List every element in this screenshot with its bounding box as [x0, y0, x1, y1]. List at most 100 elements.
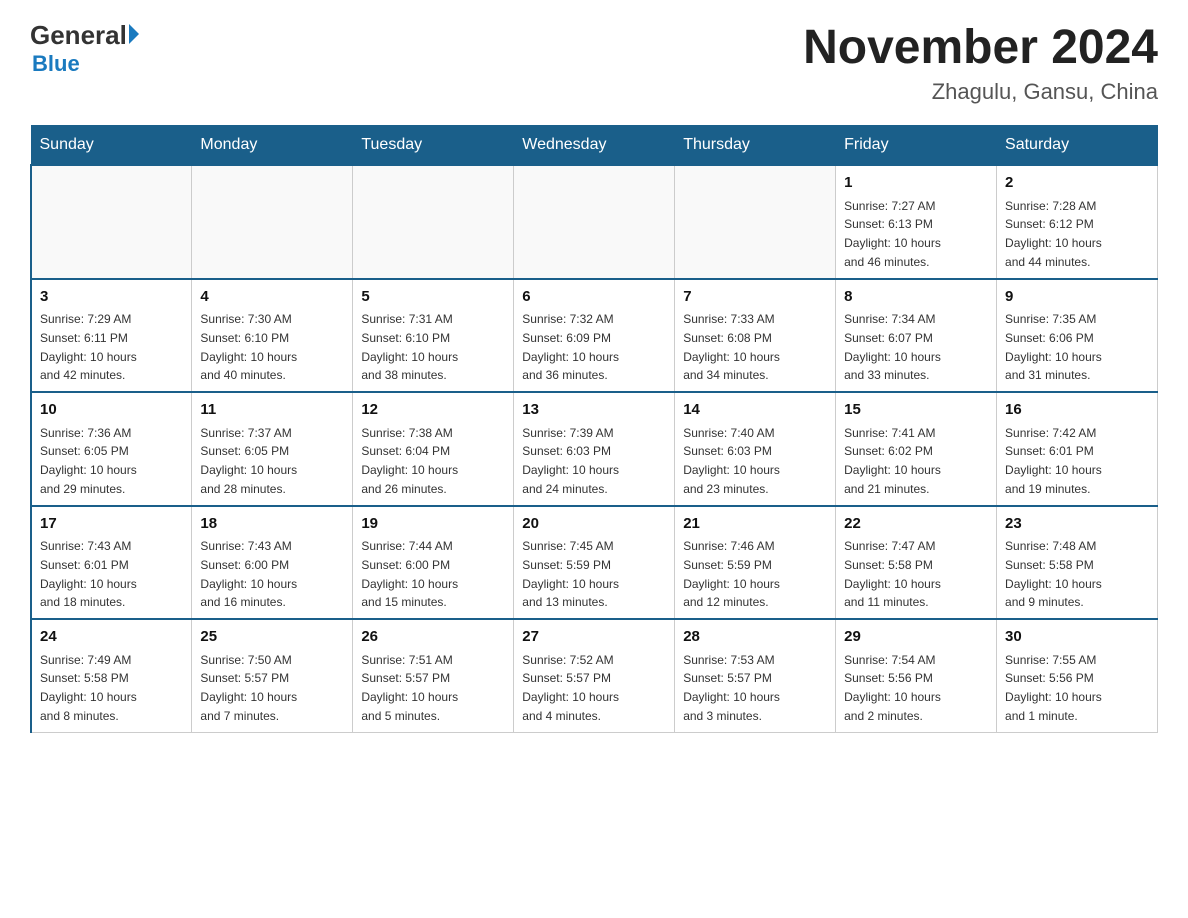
logo: General Blue: [30, 20, 139, 77]
calendar-cell: 2 Sunrise: 7:28 AM Sunset: 6:12 PM Daylig…: [997, 165, 1158, 279]
calendar-cell: [192, 165, 353, 279]
calendar-cell: 28 Sunrise: 7:53 AM Sunset: 5:57 PM Dayli…: [675, 619, 836, 732]
day-number: 30: [1005, 626, 1149, 649]
day-info: Sunrise: 7:31 AM Sunset: 6:10 PM Dayligh…: [361, 312, 458, 382]
day-info: Sunrise: 7:28 AM Sunset: 6:12 PM Dayligh…: [1005, 199, 1102, 269]
day-info: Sunrise: 7:51 AM Sunset: 5:57 PM Dayligh…: [361, 653, 458, 723]
day-info: Sunrise: 7:53 AM Sunset: 5:57 PM Dayligh…: [683, 653, 780, 723]
day-number: 8: [844, 286, 988, 309]
calendar-cell: 30 Sunrise: 7:55 AM Sunset: 5:56 PM Dayli…: [997, 619, 1158, 732]
weekday-header-sunday: Sunday: [31, 126, 192, 166]
day-info: Sunrise: 7:40 AM Sunset: 6:03 PM Dayligh…: [683, 426, 780, 496]
calendar-cell: [353, 165, 514, 279]
day-number: 24: [40, 626, 183, 649]
day-number: 19: [361, 513, 505, 536]
day-info: Sunrise: 7:46 AM Sunset: 5:59 PM Dayligh…: [683, 539, 780, 609]
calendar-cell: 19 Sunrise: 7:44 AM Sunset: 6:00 PM Dayli…: [353, 506, 514, 620]
day-info: Sunrise: 7:34 AM Sunset: 6:07 PM Dayligh…: [844, 312, 941, 382]
calendar-cell: 9Sunrise: 7:35 AM Sunset: 6:06 PM Daylig…: [997, 279, 1158, 393]
calendar-cell: 10Sunrise: 7:36 AM Sunset: 6:05 PM Dayli…: [31, 392, 192, 506]
weekday-header-saturday: Saturday: [997, 126, 1158, 166]
calendar-cell: 23Sunrise: 7:48 AM Sunset: 5:58 PM Dayli…: [997, 506, 1158, 620]
calendar-week-1: 1 Sunrise: 7:27 AM Sunset: 6:13 PM Daylig…: [31, 165, 1158, 279]
weekday-header-row: SundayMondayTuesdayWednesdayThursdayFrid…: [31, 126, 1158, 166]
day-number: 25: [200, 626, 344, 649]
calendar-cell: 6 Sunrise: 7:32 AM Sunset: 6:09 PM Daylig…: [514, 279, 675, 393]
calendar-cell: [514, 165, 675, 279]
day-number: 26: [361, 626, 505, 649]
day-number: 4: [200, 286, 344, 309]
weekday-header-wednesday: Wednesday: [514, 126, 675, 166]
calendar-cell: 21 Sunrise: 7:46 AM Sunset: 5:59 PM Dayli…: [675, 506, 836, 620]
calendar-cell: 24Sunrise: 7:49 AM Sunset: 5:58 PM Dayli…: [31, 619, 192, 732]
calendar-cell: 14 Sunrise: 7:40 AM Sunset: 6:03 PM Dayli…: [675, 392, 836, 506]
calendar-cell: 1 Sunrise: 7:27 AM Sunset: 6:13 PM Daylig…: [836, 165, 997, 279]
calendar-cell: 18 Sunrise: 7:43 AM Sunset: 6:00 PM Dayli…: [192, 506, 353, 620]
calendar-week-2: 3Sunrise: 7:29 AM Sunset: 6:11 PM Daylig…: [31, 279, 1158, 393]
day-number: 27: [522, 626, 666, 649]
weekday-header-thursday: Thursday: [675, 126, 836, 166]
day-number: 11: [200, 399, 344, 422]
day-number: 10: [40, 399, 183, 422]
day-info: Sunrise: 7:44 AM Sunset: 6:00 PM Dayligh…: [361, 539, 458, 609]
day-number: 13: [522, 399, 666, 422]
day-number: 20: [522, 513, 666, 536]
day-info: Sunrise: 7:32 AM Sunset: 6:09 PM Dayligh…: [522, 312, 619, 382]
logo-text: General: [30, 20, 139, 51]
calendar-week-3: 10Sunrise: 7:36 AM Sunset: 6:05 PM Dayli…: [31, 392, 1158, 506]
calendar-cell: 16 Sunrise: 7:42 AM Sunset: 6:01 PM Dayli…: [997, 392, 1158, 506]
day-number: 7: [683, 286, 827, 309]
day-number: 17: [40, 513, 183, 536]
day-info: Sunrise: 7:39 AM Sunset: 6:03 PM Dayligh…: [522, 426, 619, 496]
calendar-cell: 4 Sunrise: 7:30 AM Sunset: 6:10 PM Daylig…: [192, 279, 353, 393]
day-info: Sunrise: 7:47 AM Sunset: 5:58 PM Dayligh…: [844, 539, 941, 609]
day-number: 16: [1005, 399, 1149, 422]
day-number: 14: [683, 399, 827, 422]
day-info: Sunrise: 7:42 AM Sunset: 6:01 PM Dayligh…: [1005, 426, 1102, 496]
calendar-cell: 7Sunrise: 7:33 AM Sunset: 6:08 PM Daylig…: [675, 279, 836, 393]
day-info: Sunrise: 7:50 AM Sunset: 5:57 PM Dayligh…: [200, 653, 297, 723]
location: Zhagulu, Gansu, China: [803, 79, 1158, 105]
day-info: Sunrise: 7:35 AM Sunset: 6:06 PM Dayligh…: [1005, 312, 1102, 382]
day-number: 1: [844, 172, 988, 195]
day-info: Sunrise: 7:30 AM Sunset: 6:10 PM Dayligh…: [200, 312, 297, 382]
day-info: Sunrise: 7:27 AM Sunset: 6:13 PM Dayligh…: [844, 199, 941, 269]
calendar-week-4: 17Sunrise: 7:43 AM Sunset: 6:01 PM Dayli…: [31, 506, 1158, 620]
calendar-cell: 5 Sunrise: 7:31 AM Sunset: 6:10 PM Daylig…: [353, 279, 514, 393]
day-info: Sunrise: 7:43 AM Sunset: 6:00 PM Dayligh…: [200, 539, 297, 609]
page-header: General Blue November 2024 Zhagulu, Gans…: [30, 20, 1158, 105]
logo-general-text: General: [30, 20, 127, 51]
day-info: Sunrise: 7:29 AM Sunset: 6:11 PM Dayligh…: [40, 312, 137, 382]
day-info: Sunrise: 7:37 AM Sunset: 6:05 PM Dayligh…: [200, 426, 297, 496]
day-number: 18: [200, 513, 344, 536]
day-number: 21: [683, 513, 827, 536]
calendar-cell: 29 Sunrise: 7:54 AM Sunset: 5:56 PM Dayli…: [836, 619, 997, 732]
day-number: 6: [522, 286, 666, 309]
day-number: 29: [844, 626, 988, 649]
day-info: Sunrise: 7:55 AM Sunset: 5:56 PM Dayligh…: [1005, 653, 1102, 723]
calendar-table: SundayMondayTuesdayWednesdayThursdayFrid…: [30, 125, 1158, 733]
calendar-cell: 3Sunrise: 7:29 AM Sunset: 6:11 PM Daylig…: [31, 279, 192, 393]
month-title: November 2024: [803, 20, 1158, 75]
calendar-cell: [31, 165, 192, 279]
day-info: Sunrise: 7:45 AM Sunset: 5:59 PM Dayligh…: [522, 539, 619, 609]
calendar-cell: 8 Sunrise: 7:34 AM Sunset: 6:07 PM Daylig…: [836, 279, 997, 393]
weekday-header-monday: Monday: [192, 126, 353, 166]
day-number: 22: [844, 513, 988, 536]
calendar-cell: 17Sunrise: 7:43 AM Sunset: 6:01 PM Dayli…: [31, 506, 192, 620]
calendar-cell: [675, 165, 836, 279]
day-number: 15: [844, 399, 988, 422]
day-info: Sunrise: 7:54 AM Sunset: 5:56 PM Dayligh…: [844, 653, 941, 723]
calendar-cell: 15Sunrise: 7:41 AM Sunset: 6:02 PM Dayli…: [836, 392, 997, 506]
calendar-cell: 25 Sunrise: 7:50 AM Sunset: 5:57 PM Dayli…: [192, 619, 353, 732]
weekday-header-friday: Friday: [836, 126, 997, 166]
calendar-cell: 27Sunrise: 7:52 AM Sunset: 5:57 PM Dayli…: [514, 619, 675, 732]
title-area: November 2024 Zhagulu, Gansu, China: [803, 20, 1158, 105]
day-number: 28: [683, 626, 827, 649]
day-number: 2: [1005, 172, 1149, 195]
day-info: Sunrise: 7:48 AM Sunset: 5:58 PM Dayligh…: [1005, 539, 1102, 609]
calendar-cell: 11 Sunrise: 7:37 AM Sunset: 6:05 PM Dayli…: [192, 392, 353, 506]
day-number: 12: [361, 399, 505, 422]
day-number: 5: [361, 286, 505, 309]
calendar-cell: 12Sunrise: 7:38 AM Sunset: 6:04 PM Dayli…: [353, 392, 514, 506]
